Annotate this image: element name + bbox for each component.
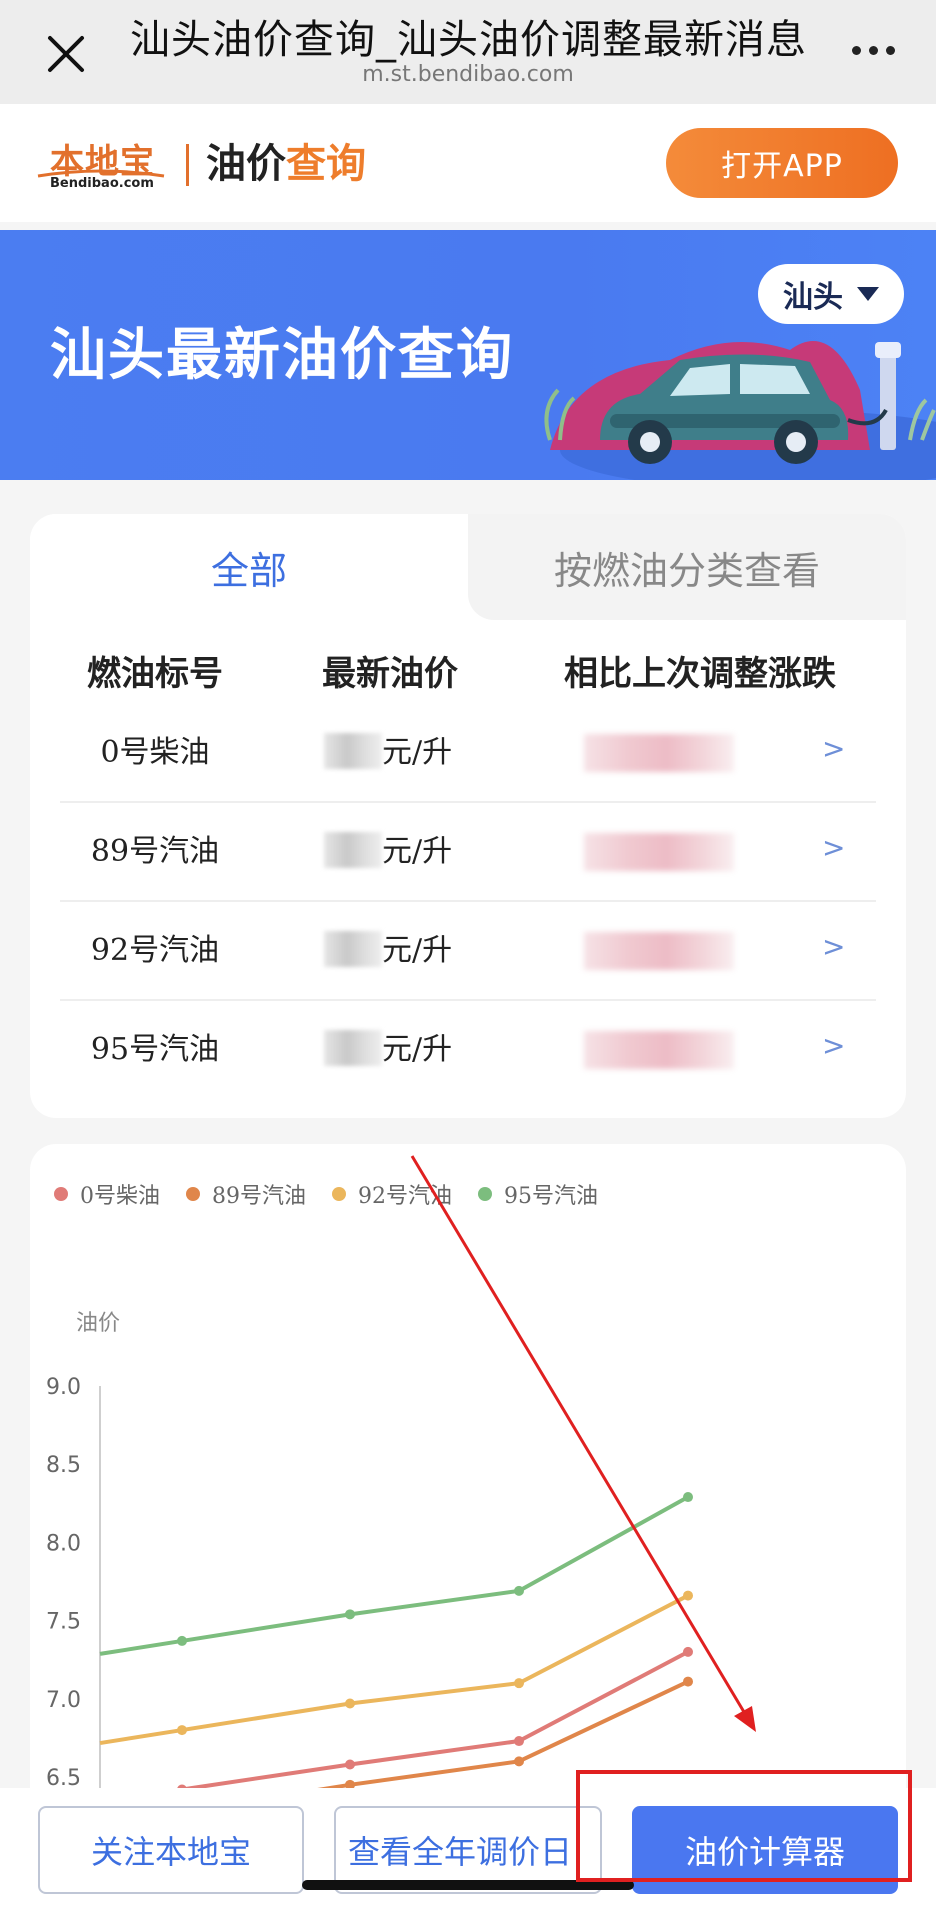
y-tick-label: 8.0: [46, 1531, 81, 1556]
header-fuel-grade: 燃油标号: [87, 654, 223, 694]
data-point: [683, 1646, 693, 1657]
city-selector[interactable]: 汕头: [758, 264, 904, 324]
legend-dot: [186, 1187, 200, 1201]
site-header: 本地宝 Bendibao.com 油价查询 打开APP: [0, 104, 936, 222]
fuel-price: 元/升: [324, 902, 452, 999]
open-app-button[interactable]: 打开APP: [666, 128, 898, 198]
data-point: [345, 1698, 355, 1709]
tab-by-fuel-type[interactable]: 按燃油分类查看: [468, 514, 906, 620]
y-tick-label: 7.5: [46, 1610, 81, 1635]
fuel-price: 元/升: [324, 1001, 452, 1098]
y-axis-label: 油价: [76, 1311, 120, 1336]
legend-dot: [54, 1187, 68, 1201]
banner-title: 汕头最新油价查询: [50, 323, 514, 388]
legend-label: 92号汽油: [358, 1184, 452, 1209]
price-table: 0号柴油 元/升 > 89号汽油 元/升 > 92号汽油 元/升 > 95号汽油…: [60, 704, 876, 1098]
browser-top-bar: 汕头油价查询_汕头油价调整最新消息 m.st.bendibao.com: [0, 0, 936, 104]
legend-item[interactable]: 0号柴油: [54, 1178, 160, 1210]
fuel-name: 0号柴油: [100, 735, 210, 770]
blurred-price: [324, 1030, 382, 1066]
data-point: [683, 1676, 693, 1687]
tab-all[interactable]: 全部: [30, 514, 468, 620]
data-point: [514, 1736, 524, 1747]
row-arrow-icon[interactable]: >: [822, 1001, 845, 1091]
fuel-price: 元/升: [324, 803, 452, 900]
tab-bar: 全部 按燃油分类查看: [30, 514, 906, 620]
caret-down-icon: [857, 287, 879, 301]
y-tick-label: 7.0: [46, 1688, 81, 1713]
data-point: [177, 1725, 187, 1736]
blurred-price-change: [584, 734, 734, 772]
series-line: [99, 1593, 689, 1746]
legend-item[interactable]: 95号汽油: [478, 1178, 598, 1210]
blurred-price: [324, 931, 382, 967]
fuel-price: 元/升: [324, 704, 452, 801]
series-line: [99, 1495, 689, 1656]
table-row[interactable]: 0号柴油 元/升 >: [60, 704, 876, 803]
oil-price-card: 全部 按燃油分类查看 燃油标号 最新油价 相比上次调整涨跌 0号柴油 元/升 >…: [30, 514, 906, 1118]
table-row[interactable]: 95号汽油 元/升 >: [60, 1001, 876, 1098]
legend-item[interactable]: 89号汽油: [186, 1178, 306, 1210]
price-unit: 元/升: [382, 735, 453, 770]
blurred-price: [324, 832, 382, 868]
data-point: [345, 1759, 355, 1770]
y-tick-label: 9.0: [46, 1375, 81, 1400]
data-point: [683, 1590, 693, 1601]
blurred-price: [324, 733, 382, 769]
page-url: m.st.bendibao.com: [362, 62, 574, 87]
header-title-part2: 查询: [286, 141, 366, 187]
table-row[interactable]: 92号汽油 元/升 >: [60, 902, 876, 1001]
row-arrow-icon[interactable]: >: [822, 902, 845, 992]
table-header: 燃油标号 最新油价 相比上次调整涨跌: [30, 644, 906, 704]
data-point: [345, 1609, 355, 1620]
blurred-price-change: [584, 932, 734, 970]
data-point: [514, 1585, 524, 1596]
header-title-part1: 油价: [206, 141, 286, 187]
fuel-name: 92号汽油: [90, 933, 220, 968]
blurred-price-change: [584, 833, 734, 871]
price-unit: 元/升: [382, 834, 453, 869]
legend-label: 0号柴油: [80, 1184, 160, 1209]
page-title: 汕头油价查询_汕头油价调整最新消息: [130, 17, 807, 63]
data-point: [177, 1635, 187, 1646]
bendibao-logo[interactable]: 本地宝 Bendibao.com: [36, 134, 166, 196]
legend-item[interactable]: 92号汽油: [332, 1178, 452, 1210]
logo-domain: Bendibao.com: [50, 176, 154, 191]
legend-label: 89号汽油: [212, 1184, 306, 1209]
data-point: [514, 1756, 524, 1767]
more-menu-icon[interactable]: [838, 30, 908, 70]
price-line-chart: 油价9.08.58.07.57.06.5: [46, 1311, 693, 1844]
header-divider: [186, 144, 189, 186]
data-point: [514, 1678, 524, 1689]
header-latest-price: 最新油价: [322, 654, 458, 694]
banner: 汕头最新油价查询 汕头: [0, 230, 936, 480]
legend-dot: [332, 1187, 346, 1201]
blurred-price-change: [584, 1031, 734, 1069]
y-tick-label: 8.5: [46, 1453, 81, 1478]
header-title: 油价查询: [206, 136, 366, 192]
chart-legend: 0号柴油 89号汽油 92号汽油 95号汽油: [54, 1178, 598, 1210]
price-unit: 元/升: [382, 1032, 453, 1067]
header-change: 相比上次调整涨跌: [564, 654, 836, 694]
follow-bendibao-button[interactable]: 关注本地宝: [38, 1806, 304, 1894]
fuel-name: 95号汽油: [90, 1032, 220, 1067]
table-row[interactable]: 89号汽油 元/升 >: [60, 803, 876, 902]
price-trend-chart-card: 0号柴油 89号汽油 92号汽油 95号汽油 油价 9.0 8.5 8.0 7.5 7.0…: [30, 1144, 906, 1844]
legend-label: 95号汽油: [504, 1184, 598, 1209]
data-point: [683, 1492, 693, 1503]
annotation-highlight-box: [576, 1770, 912, 1882]
price-unit: 元/升: [382, 933, 453, 968]
row-arrow-icon[interactable]: >: [822, 803, 845, 893]
city-selector-label: 汕头: [783, 280, 843, 315]
row-arrow-icon[interactable]: >: [822, 704, 845, 794]
fuel-name: 89号汽油: [90, 834, 220, 869]
legend-dot: [478, 1187, 492, 1201]
